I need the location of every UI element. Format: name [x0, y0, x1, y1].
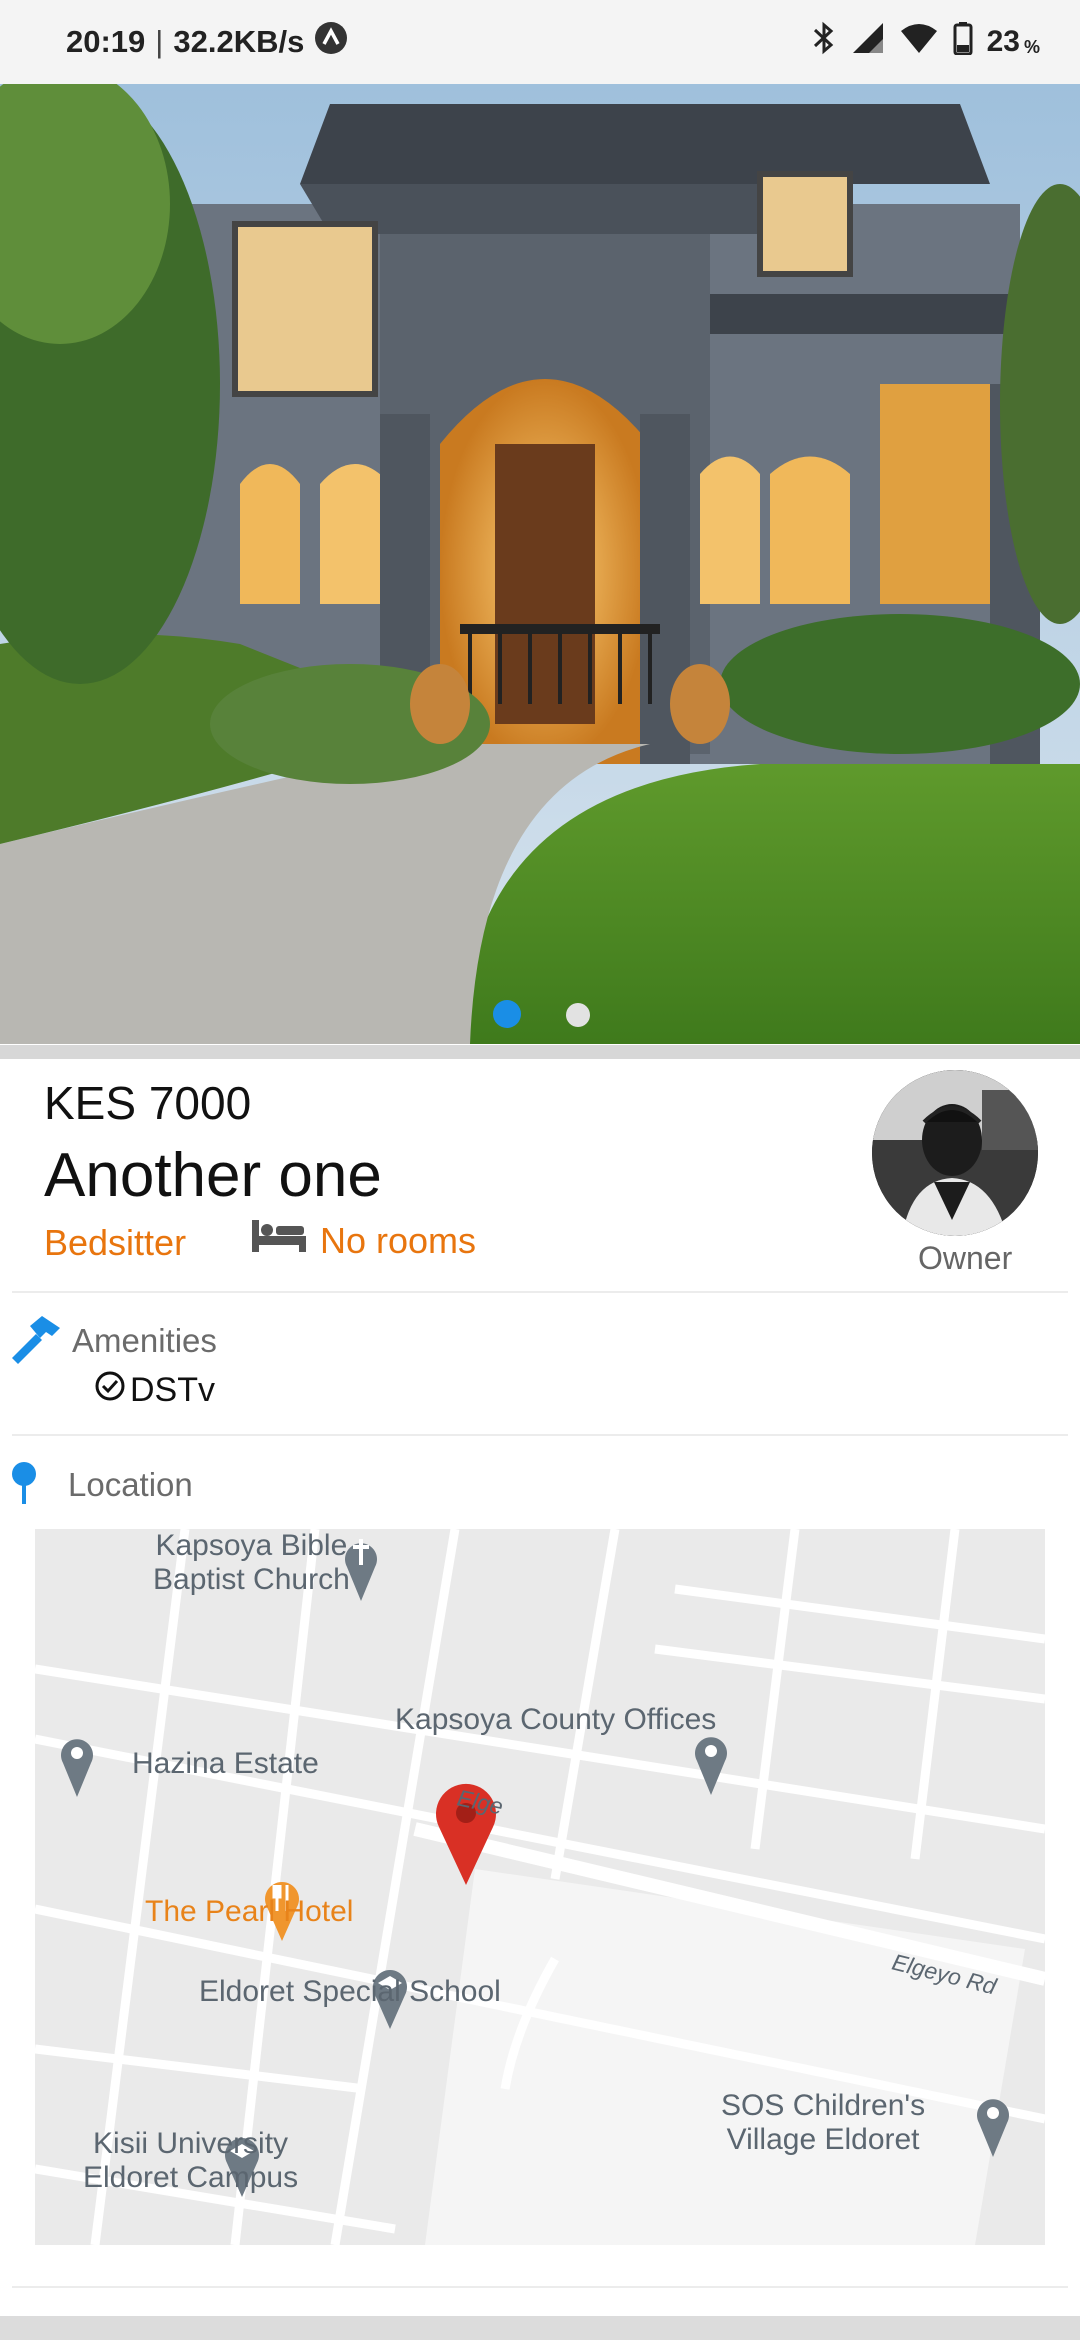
owner-avatar[interactable]: [872, 1070, 1038, 1236]
status-time: 20:19: [66, 24, 146, 59]
status-speed: 32.2KB/s: [173, 24, 305, 59]
bluetooth-icon: [811, 21, 837, 63]
listing-title: Another one: [44, 1141, 382, 1210]
listing-photo-carousel[interactable]: [0, 84, 1080, 1044]
map-label-kisii-line2: Eldoret Campus: [83, 2161, 299, 2194]
divider: [12, 1291, 1068, 1293]
house-photo: [0, 84, 1080, 1044]
signal-icon: [851, 21, 885, 63]
check-circle-icon: [94, 1370, 126, 1411]
rooms-label: No rooms: [320, 1219, 477, 1261]
amenity-label: DSTv: [130, 1371, 215, 1409]
map-label-pearl-hotel: The Pearl Hotel: [145, 1895, 354, 1928]
map-label-sos-line1: SOS Children's: [721, 2089, 926, 2122]
status-separator: |: [155, 24, 164, 59]
amenities-heading: Amenities: [72, 1322, 217, 1359]
hammer-icon: [10, 1314, 62, 1369]
map-label-sos: SOS Children's Village Eldoret: [721, 2089, 925, 2157]
owner-label: Owner: [918, 1240, 1013, 1276]
place-marker-icon[interactable]: [693, 1727, 729, 1797]
map-label-church-line2: Baptist Church: [153, 1563, 350, 1596]
location-pin-icon: [10, 1460, 40, 1511]
map-label-hazina: Hazina Estate: [132, 1747, 319, 1780]
vpn-icon: [314, 21, 348, 63]
map-label-special-school: Eldoret Special School: [199, 1975, 501, 2008]
map-label-sos-line2: Village Eldoret: [726, 2123, 920, 2156]
photo-separator: [0, 1045, 1080, 1059]
listing-category: Bedsitter: [44, 1222, 187, 1263]
location-map[interactable]: Kapsoya Bible Baptist Church Kapsoya Cou…: [35, 1529, 1045, 2245]
battery-unit: %: [1023, 36, 1040, 57]
amenity-item: DSTv: [94, 1370, 215, 1411]
place-marker-icon[interactable]: [59, 1729, 95, 1799]
battery-percent: 23: [986, 25, 1020, 58]
map-label-kisii-line1: Kisii University: [93, 2127, 289, 2160]
location-heading: Location: [68, 1466, 193, 1503]
map-label-church: Kapsoya Bible Baptist Church: [153, 1529, 350, 1597]
carousel-dot-1[interactable]: [493, 1000, 521, 1028]
bed-icon: [250, 1218, 308, 1263]
map-label-church-line1: Kapsoya Bible: [155, 1529, 348, 1562]
bottom-bar: [0, 2316, 1080, 2340]
status-right: 23 %: [811, 21, 1040, 63]
wifi-icon: [899, 21, 939, 63]
map-label-kisii: Kisii University Eldoret Campus: [83, 2127, 298, 2195]
divider: [12, 1434, 1068, 1436]
map-label-county-offices: Kapsoya County Offices: [395, 1703, 717, 1736]
carousel-dot-2[interactable]: [566, 1003, 590, 1027]
listing-rooms: No rooms: [250, 1218, 476, 1263]
listing-price: KES 7000: [44, 1077, 252, 1129]
place-marker-icon[interactable]: [975, 2089, 1011, 2159]
battery-icon: [953, 21, 973, 63]
divider: [12, 2286, 1068, 2288]
status-left: 20:19 | 32.2KB/s: [66, 21, 348, 63]
status-bar: 20:19 | 32.2KB/s 23 %: [0, 0, 1080, 84]
